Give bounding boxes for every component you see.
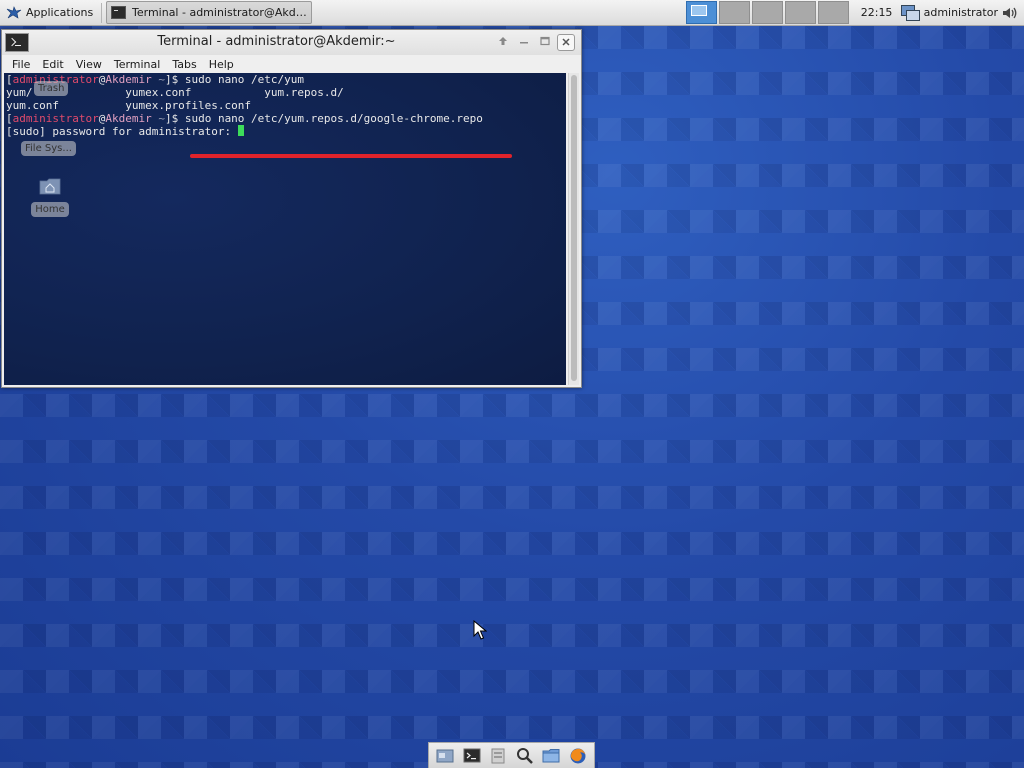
window-titlebar[interactable]: Terminal - administrator@Akdemir:~ [2, 30, 581, 55]
mouse-pointer-icon [473, 620, 487, 640]
desktop-icon-trash[interactable]: Trash [34, 81, 69, 96]
keep-above-button[interactable] [494, 34, 512, 51]
xfce-mouse-icon [6, 5, 22, 19]
panel-separator [101, 2, 103, 23]
file-manager-icon[interactable] [489, 747, 507, 765]
terminal-scrollbar[interactable] [568, 73, 579, 385]
terminal-line: yum.conf yumex.profiles.conf [6, 99, 252, 112]
menu-help[interactable]: Help [203, 58, 240, 71]
terminal-window[interactable]: Terminal - administrator@Akdemir:~ File … [1, 29, 582, 388]
workspace-1[interactable] [685, 1, 717, 24]
taskbar-item-terminal[interactable]: Terminal - administrator@Akdem... [106, 1, 313, 24]
terminal-icon [111, 6, 126, 19]
show-desktop-icon[interactable] [436, 747, 454, 765]
applications-menu-button[interactable]: Applications [0, 0, 99, 25]
workspace-switcher [685, 1, 849, 24]
terminal-menubar: File Edit View Terminal Tabs Help [2, 55, 581, 73]
terminal-cursor [237, 125, 244, 136]
menu-view[interactable]: View [70, 58, 108, 71]
folder-icon[interactable] [542, 747, 560, 765]
taskbar-item-label: Terminal - administrator@Akdem... [132, 6, 308, 19]
minimize-icon [520, 42, 528, 44]
bottom-dock [428, 742, 595, 768]
top-panel: Applications Terminal - administrator@Ak… [0, 0, 1024, 26]
menu-file[interactable]: File [6, 58, 36, 71]
minimize-button[interactable] [515, 34, 533, 51]
menu-terminal[interactable]: Terminal [108, 58, 167, 71]
menu-tabs[interactable]: Tabs [166, 58, 202, 71]
applications-label: Applications [26, 6, 94, 19]
workspace-3[interactable] [751, 1, 783, 24]
desktop-icon-home[interactable]: Home [30, 177, 70, 217]
home-folder-icon [39, 178, 61, 195]
terminal-icon[interactable] [463, 747, 481, 765]
desktop-icon-label: Trash [34, 81, 69, 96]
close-button[interactable] [557, 34, 575, 51]
prompt-dir: ~ [158, 73, 165, 86]
terminal-line: [administrator@Akdemir ~]$ sudo nano /et… [6, 112, 483, 125]
terminal-output[interactable]: [administrator@Akdemir ~]$ sudo nano /et… [4, 73, 566, 385]
command-text: sudo nano /etc/yum.repos.d/google-chrome… [184, 112, 483, 125]
network-icon[interactable] [900, 4, 920, 21]
workspace-2[interactable] [718, 1, 750, 24]
prompt-host: Akdemir [105, 73, 152, 86]
close-icon [562, 38, 570, 46]
terminal-line: [sudo] password for administrator: [6, 125, 244, 138]
arrow-up-icon [499, 37, 507, 45]
sudo-password-prompt: [sudo] password for administrator: [6, 125, 238, 138]
user-menu[interactable]: administrator [924, 6, 998, 19]
desktop-icon-filesystem[interactable]: File Sys... [21, 141, 76, 156]
highlight-underline [190, 154, 512, 158]
desktop-icon-label: Home [31, 202, 69, 217]
search-icon[interactable] [516, 747, 534, 765]
prompt-host: Akdemir [105, 112, 152, 125]
maximize-button[interactable] [536, 34, 554, 51]
volume-icon[interactable] [1002, 6, 1018, 20]
prompt-dir: ~ [158, 112, 165, 125]
maximize-icon [540, 36, 550, 46]
prompt-user: administrator [12, 112, 99, 125]
scrollbar-thumb[interactable] [571, 75, 577, 381]
desktop-icon-label: File Sys... [21, 141, 76, 156]
workspace-4[interactable] [784, 1, 816, 24]
workspace-5[interactable] [817, 1, 849, 24]
menu-edit[interactable]: Edit [36, 58, 69, 71]
command-text: sudo nano /etc/yum [184, 73, 305, 86]
clock[interactable]: 22:15 [857, 6, 897, 19]
firefox-icon[interactable] [569, 747, 587, 765]
